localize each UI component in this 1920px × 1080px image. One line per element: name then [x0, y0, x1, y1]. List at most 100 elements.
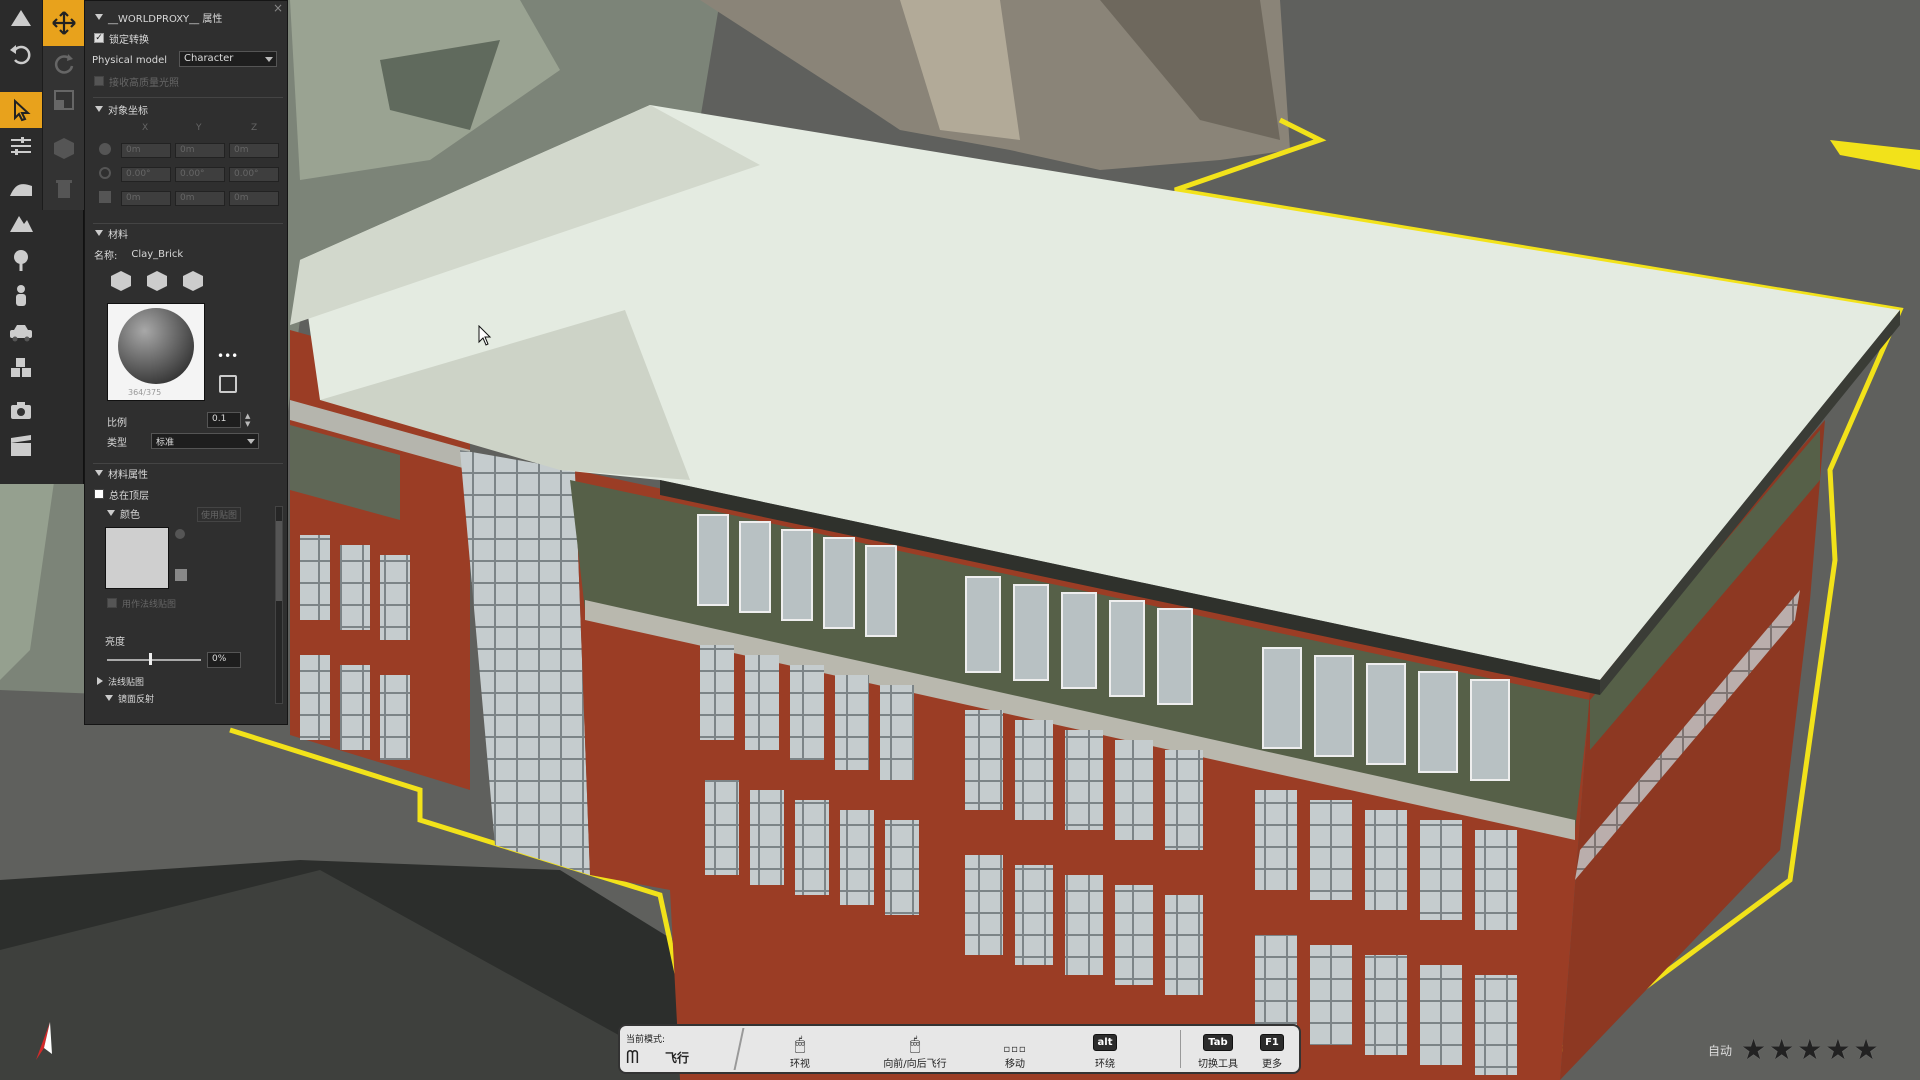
brightness-row: 亮度 [85, 631, 289, 649]
move-hint[interactable]: ▫▫▫ 移动 [985, 1026, 1045, 1072]
objects-icon[interactable] [0, 350, 42, 386]
save-icon[interactable] [219, 375, 237, 393]
lock-transform-row: ✓ 锁定转换 [85, 29, 289, 47]
move-tool-icon[interactable] [43, 0, 85, 46]
use-texture-button[interactable]: 使用贴图 [197, 507, 242, 522]
star-icon[interactable]: ★ [1741, 1036, 1766, 1064]
axis-x-label: X [142, 123, 149, 133]
fly-forward-hint[interactable]: 🖱 向前/向后飞行 [870, 1026, 960, 1072]
scale-y-field[interactable]: 0m [175, 191, 225, 206]
position-y-field[interactable]: 0m [175, 143, 225, 158]
adjust-tool-icon[interactable] [0, 128, 42, 164]
orbit-label: 环绕 [1095, 1059, 1115, 1070]
f1-key-icon: F1 [1260, 1034, 1284, 1051]
material-preview[interactable]: 364/375 [107, 303, 205, 401]
current-mode-value: 飞行 [665, 1051, 690, 1065]
normal-map-label: 法线贴图 [108, 677, 145, 688]
type-dropdown[interactable]: 标准 [151, 433, 259, 449]
material-name-label: 名称: [94, 250, 118, 262]
select-tool-icon[interactable] [0, 92, 42, 128]
always-on-top-row: 总在顶层 [85, 485, 289, 503]
reflection-header[interactable]: 镜面反射 [85, 689, 289, 707]
always-on-top-checkbox[interactable] [94, 489, 104, 499]
material-cube-icon[interactable] [111, 271, 131, 291]
brightness-slider-knob[interactable] [149, 653, 153, 665]
home-icon[interactable] [0, 0, 42, 36]
more-options-icon[interactable]: ••• [217, 349, 238, 363]
auto-quality-label[interactable]: 自动 [1708, 1042, 1732, 1059]
alt-key-icon: alt [1092, 1034, 1118, 1051]
undo-icon[interactable] [0, 36, 42, 72]
scale-tool-icon[interactable] [43, 82, 85, 118]
type-value: 标准 [156, 438, 175, 448]
star-icon[interactable]: ★ [1825, 1036, 1850, 1064]
brightness-slider[interactable] [107, 659, 201, 661]
properties-panel: × __WORLDPROXY__ 属性 ✓ 锁定转换 Physical model… [84, 0, 288, 725]
physical-model-dropdown[interactable]: Character [179, 51, 277, 67]
mouse-cursor-icon [478, 325, 492, 346]
texture-slot-icon[interactable] [175, 529, 185, 539]
mouse-scroll-icon: 🖱 [909, 1034, 921, 1055]
lock-transform-checkbox[interactable]: ✓ [94, 33, 104, 43]
use-normal-map-checkbox[interactable] [107, 598, 117, 608]
arrow-keys-icon: ▫▫▫ [1003, 1044, 1027, 1055]
camera-icon[interactable] [0, 392, 42, 428]
movie-icon[interactable] [0, 428, 42, 464]
use-normal-map-row: 用作法线贴图 [85, 594, 289, 612]
trash-icon[interactable] [43, 170, 85, 206]
star-icon[interactable]: ★ [1853, 1036, 1878, 1064]
receive-light-row: 接收高质量光照 [85, 72, 289, 90]
tree-icon[interactable] [0, 242, 42, 278]
rotation-y-field[interactable]: 0.00° [175, 167, 225, 182]
position-x-field[interactable]: 0m [121, 143, 171, 158]
preview-info: 364/375 [128, 388, 162, 397]
look-around-hint[interactable]: 🖱 环视 [770, 1026, 830, 1072]
quality-rating: 自动 ★ ★ ★ ★ ★ [1708, 1036, 1879, 1064]
ratio-label: 比例 [107, 417, 127, 429]
object-coords-header[interactable]: 对象坐标 [85, 100, 289, 118]
star-icon[interactable]: ★ [1769, 1036, 1794, 1064]
switch-tool-label: 切换工具 [1198, 1059, 1238, 1070]
compass-icon[interactable] [28, 1020, 58, 1064]
material-name-row: 名称: Clay_Brick [85, 245, 289, 263]
ratio-input[interactable]: 0.1 [207, 412, 241, 428]
rotation-z-field[interactable]: 0.00° [229, 167, 279, 182]
axis-z-label: Z [251, 123, 258, 133]
navigation-mode-bar: 当前模式: ᗰ 飞行 🖱 环视 🖱 向前/向后飞行 ▫▫▫ 移动 alt 环绕 Tab 切… [618, 1024, 1301, 1074]
rotation-x-field[interactable]: 0.00° [121, 167, 171, 182]
object-coords-label: 对象坐标 [108, 105, 148, 117]
tab-key-icon: Tab [1203, 1034, 1233, 1051]
3d-viewport[interactable] [0, 0, 1920, 1080]
terrain-icon[interactable] [0, 170, 42, 206]
always-on-top-label: 总在顶层 [109, 490, 149, 502]
left-toolbar [0, 0, 85, 484]
mountain-icon[interactable] [0, 206, 42, 242]
car-icon[interactable] [0, 314, 42, 350]
ratio-stepper-icon[interactable]: ▲ ▼ [245, 412, 250, 428]
position-z-field[interactable]: 0m [229, 143, 279, 158]
panel-scrollbar[interactable] [275, 506, 283, 704]
orbit-hint[interactable]: alt 环绕 [1080, 1026, 1130, 1072]
rotate-tool-icon[interactable] [43, 46, 85, 82]
material-search-icon[interactable] [183, 271, 203, 291]
texture-edit-icon[interactable] [175, 569, 187, 581]
scale-x-field[interactable]: 0m [121, 191, 171, 206]
material-props-header[interactable]: 材料属性 [85, 464, 289, 482]
material-header[interactable]: 材料 [85, 224, 289, 242]
person-icon[interactable] [0, 278, 42, 314]
receive-light-checkbox[interactable] [94, 76, 104, 86]
normal-map-header[interactable]: 法线贴图 [85, 672, 289, 690]
position-icon [99, 143, 111, 155]
color-header[interactable]: 颜色 [85, 504, 289, 522]
more-hint[interactable]: F1 更多 [1252, 1026, 1292, 1072]
brightness-input[interactable]: 0% [207, 652, 241, 668]
receive-light-label: 接收高质量光照 [109, 77, 179, 89]
material-replace-icon[interactable] [147, 271, 167, 291]
star-icon[interactable]: ★ [1797, 1036, 1822, 1064]
cube-icon[interactable] [43, 130, 85, 166]
switch-tool-hint[interactable]: Tab 切换工具 [1188, 1026, 1248, 1072]
scale-z-field[interactable]: 0m [229, 191, 279, 206]
panel-header[interactable]: __WORLDPROXY__ 属性 [85, 8, 289, 26]
color-swatch[interactable] [105, 527, 169, 589]
use-normal-map-label: 用作法线贴图 [122, 599, 177, 610]
